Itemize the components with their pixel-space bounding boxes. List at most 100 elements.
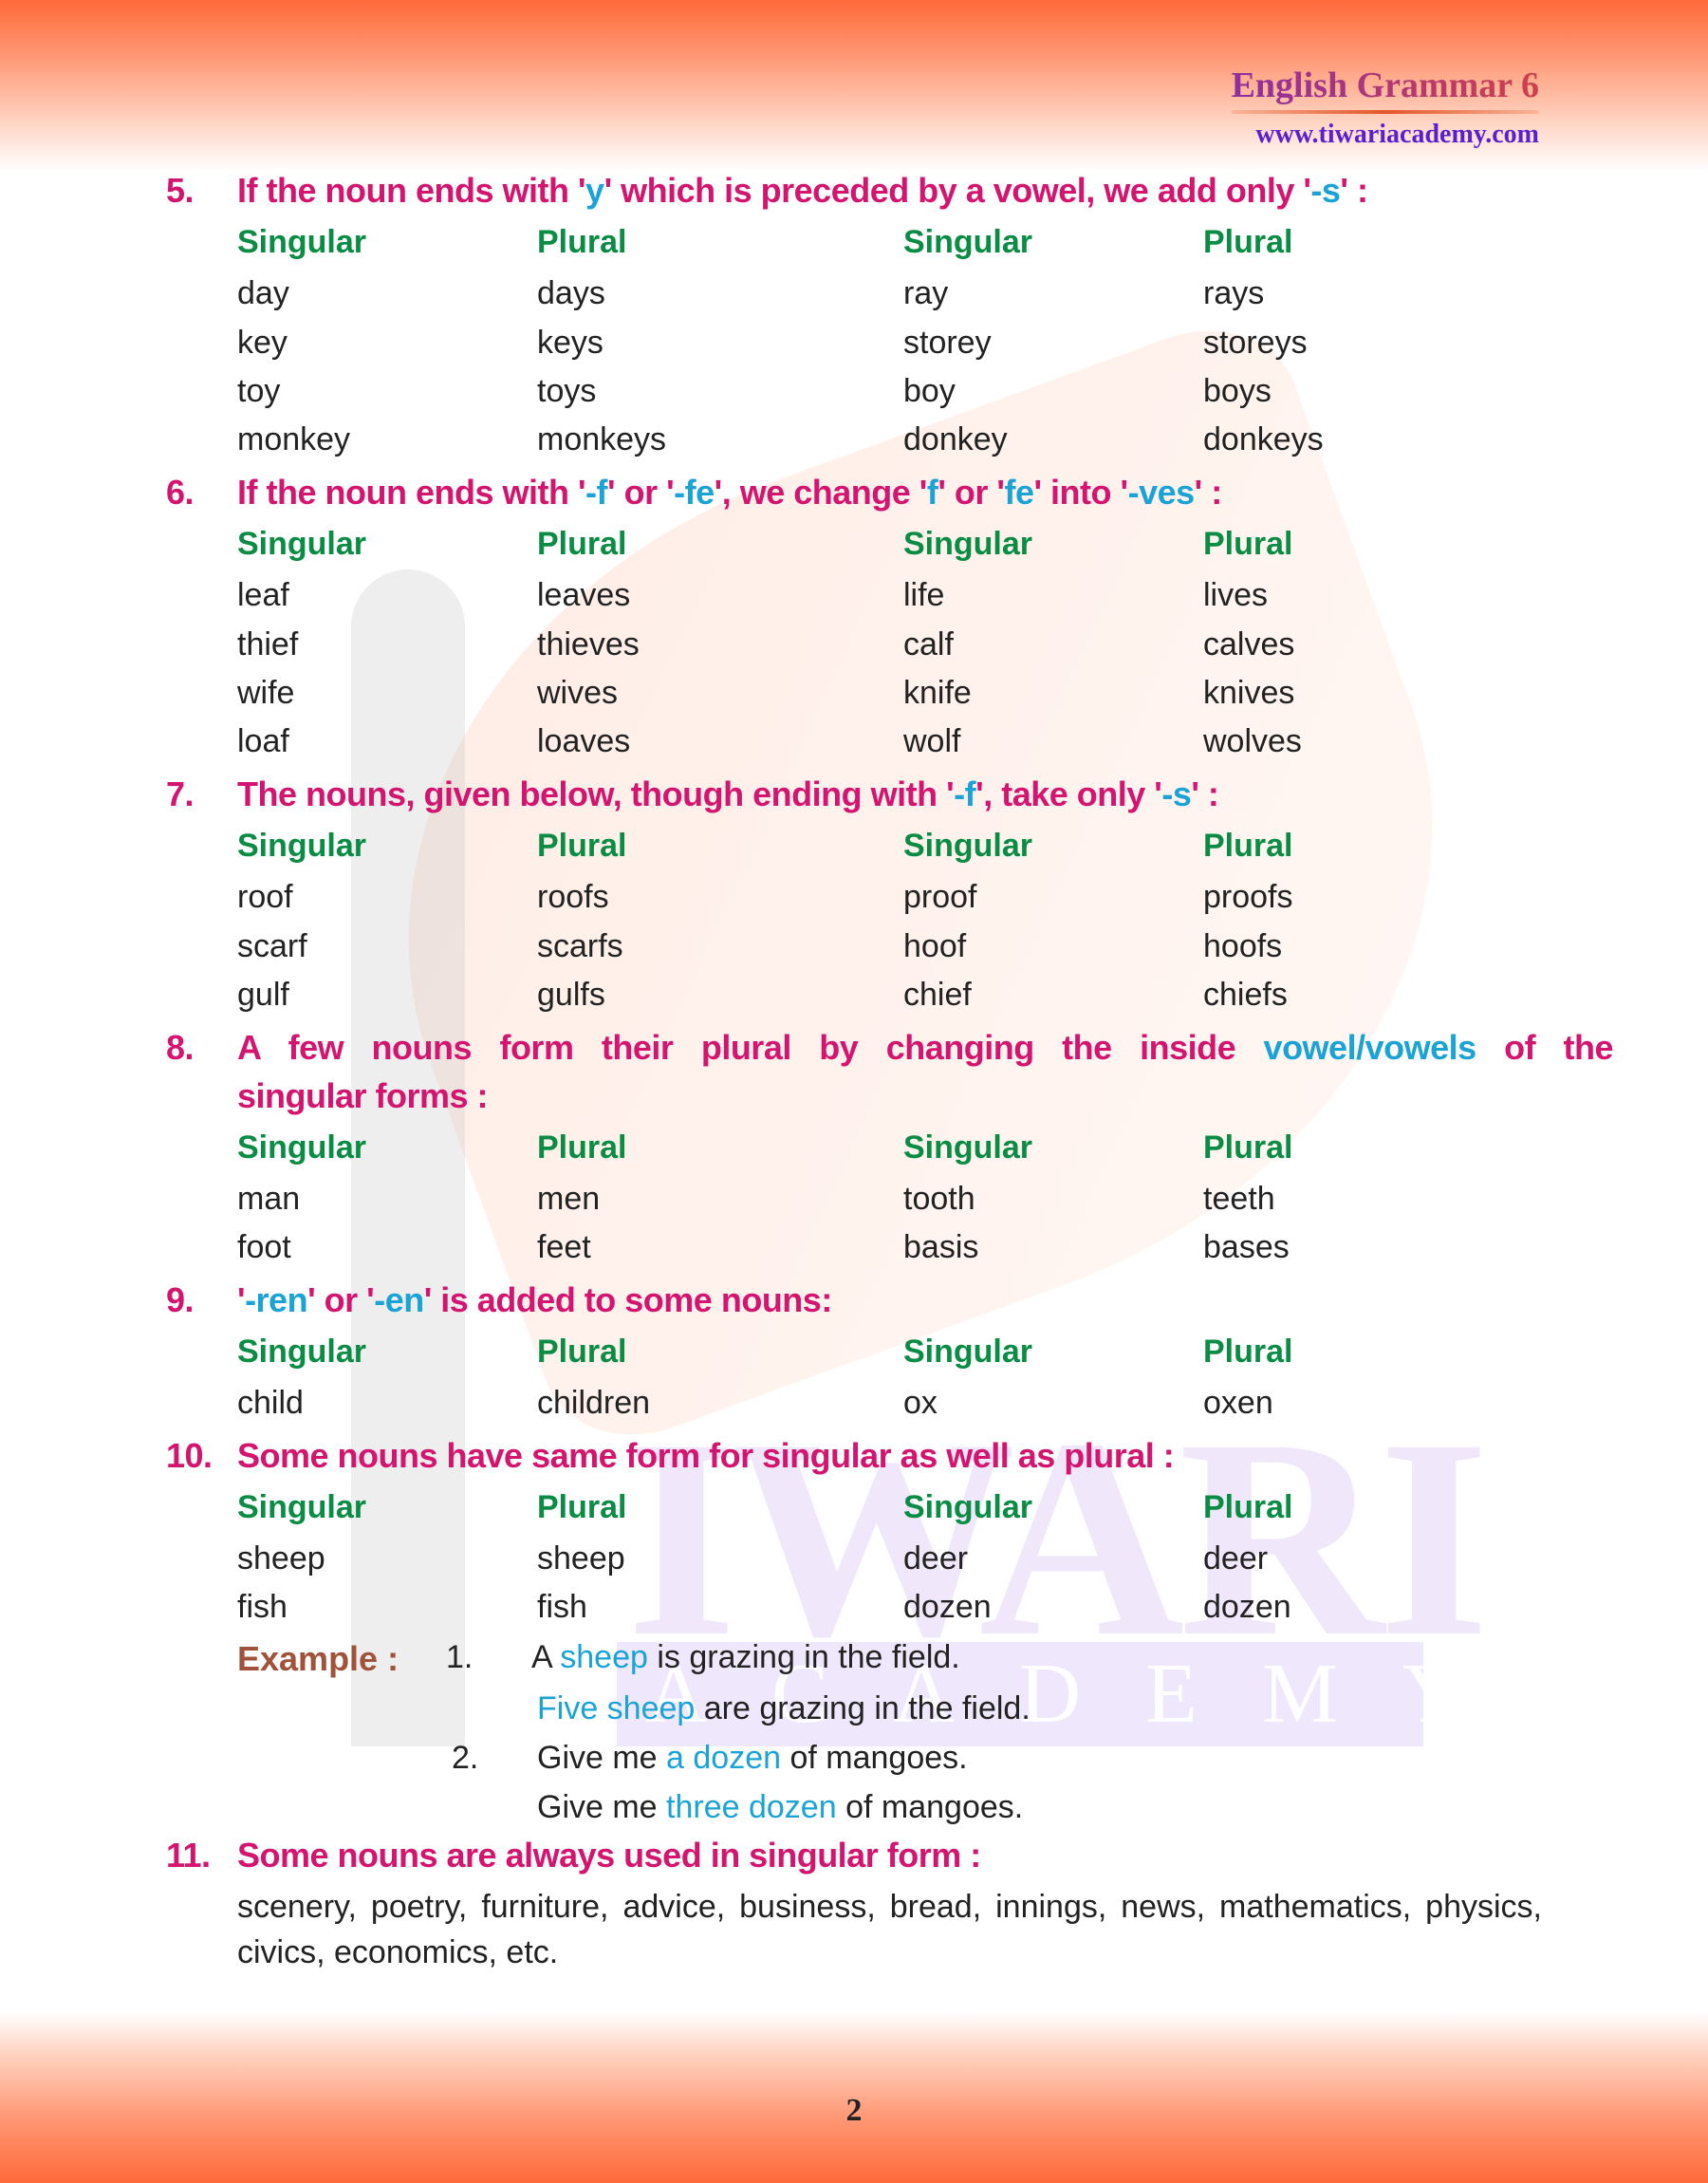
- table-cell: deer: [903, 1540, 969, 1577]
- text-run: ' is added to some nouns:: [423, 1280, 833, 1319]
- section-number: 5.: [166, 171, 195, 210]
- table-cell: calves: [1203, 626, 1295, 662]
- table-cell: gulf: [237, 977, 289, 1013]
- table-cell: feet: [537, 1229, 591, 1265]
- table-cell: bases: [1203, 1229, 1290, 1265]
- text-run: Give me: [537, 1789, 667, 1825]
- noun-list-line: civics, economics, etc.: [237, 1934, 559, 1970]
- column-header-singular: Singular: [237, 224, 367, 260]
- text-run: Some nouns have same form for singular a…: [237, 1436, 1175, 1475]
- book-title: English Grammar 6: [1231, 65, 1539, 105]
- column-header-plural: Plural: [537, 1334, 627, 1370]
- table-cell: days: [537, 275, 605, 311]
- highlighted-term: -s: [1161, 774, 1192, 813]
- table-cell: ox: [903, 1385, 938, 1421]
- section-title: If the noun ends with '-f' or '-fe', we …: [237, 473, 1222, 513]
- highlighted-term: -s: [1310, 171, 1341, 210]
- section-number: 11.: [166, 1836, 211, 1875]
- table-cell: fish: [537, 1589, 587, 1625]
- text-run: ': [237, 1280, 246, 1319]
- text-run: If the noun ends with ': [237, 473, 586, 512]
- table-cell: key: [237, 325, 288, 361]
- table-cell: donkeys: [1203, 421, 1324, 457]
- column-header-singular: Singular: [237, 828, 367, 864]
- text-run: If the noun ends with ': [237, 171, 586, 210]
- example-number: 1.: [446, 1639, 473, 1675]
- table-cell: boy: [903, 373, 956, 409]
- table-cell: lives: [1203, 577, 1269, 613]
- example-number: 2.: [452, 1740, 479, 1776]
- table-cell: proof: [903, 879, 977, 915]
- table-cell: roof: [237, 879, 293, 915]
- highlighted-term: f: [926, 473, 938, 512]
- table-cell: men: [537, 1181, 601, 1217]
- text-run: The nouns, given below, though ending wi…: [237, 774, 955, 813]
- table-cell: dozen: [903, 1589, 992, 1625]
- highlighted-term: y: [585, 171, 604, 210]
- table-cell: wolves: [1203, 723, 1302, 759]
- table-cell: monkeys: [537, 421, 667, 457]
- example-label: Example :: [237, 1639, 399, 1678]
- column-header-plural: Plural: [537, 526, 627, 562]
- section-title: Some nouns have same form for singular a…: [237, 1436, 1175, 1476]
- table-cell: hoof: [903, 928, 967, 964]
- column-header-plural: Plural: [537, 1129, 627, 1166]
- table-cell: proofs: [1203, 879, 1293, 915]
- table-cell: monkey: [237, 421, 351, 457]
- text-run: ', we change ': [714, 473, 928, 512]
- table-cell: dozen: [1203, 1589, 1291, 1625]
- text-run: of mangoes.: [781, 1740, 968, 1776]
- highlighted-term: -ves: [1127, 473, 1196, 512]
- table-cell: fish: [237, 1589, 288, 1625]
- text-run: ' into ': [1033, 473, 1128, 512]
- table-cell: wolf: [903, 723, 961, 759]
- table-cell: leaf: [237, 577, 289, 613]
- table-cell: hoofs: [1203, 928, 1283, 964]
- section-title: If the noun ends with 'y' which is prece…: [237, 171, 1368, 211]
- table-cell: life: [903, 577, 945, 613]
- table-cell: roofs: [537, 879, 609, 915]
- table-cell: sheep: [537, 1540, 625, 1577]
- page-number: 2: [845, 2093, 863, 2128]
- text-run: of the: [1476, 1028, 1613, 1067]
- table-cell: chiefs: [1203, 977, 1288, 1013]
- table-cell: thief: [237, 626, 299, 662]
- table-cell: sheep: [237, 1540, 325, 1577]
- column-header-singular: Singular: [903, 224, 1033, 260]
- table-cell: toy: [237, 373, 281, 409]
- section-title: A few nouns form their plural by changin…: [237, 1028, 1614, 1068]
- column-header-singular: Singular: [903, 1489, 1033, 1525]
- column-header-plural: Plural: [537, 224, 627, 260]
- table-cell: knives: [1203, 675, 1295, 711]
- highlighted-term: -ren: [245, 1280, 308, 1319]
- example-sentence: A sheep is grazing in the field.: [531, 1639, 960, 1676]
- noun-list-line: scenery, poetry, furniture, advice, busi…: [237, 1889, 1542, 1925]
- highlighted-term: a dozen: [666, 1740, 782, 1776]
- table-cell: tooth: [903, 1181, 975, 1217]
- table-cell: calf: [903, 626, 954, 662]
- table-cell: storeys: [1203, 325, 1308, 361]
- column-header-singular: Singular: [237, 1489, 367, 1525]
- column-header-singular: Singular: [903, 828, 1033, 864]
- column-header-plural: Plural: [1203, 526, 1293, 562]
- section-number: 9.: [166, 1280, 195, 1319]
- highlighted-term: -f: [954, 774, 976, 813]
- column-header-singular: Singular: [237, 1129, 367, 1166]
- text-run: A few nouns form their plural by changin…: [237, 1028, 1264, 1067]
- site-url-link[interactable]: www.tiwariacademy.com: [1232, 120, 1539, 150]
- table-cell: teeth: [1203, 1181, 1275, 1217]
- example-sentence: Give me three dozen of mangoes.: [537, 1789, 1023, 1826]
- text-run: A: [531, 1639, 561, 1675]
- table-cell: toys: [537, 373, 597, 409]
- text-run: are grazing in the field.: [695, 1690, 1030, 1726]
- column-header-plural: Plural: [1203, 1334, 1293, 1370]
- table-cell: donkey: [903, 421, 1008, 457]
- header-divider: [1231, 109, 1539, 114]
- column-header-plural: Plural: [1203, 224, 1293, 260]
- table-cell: gulfs: [537, 977, 605, 1013]
- section-title: Some nouns are always used in singular f…: [237, 1836, 981, 1875]
- table-cell: chief: [903, 977, 972, 1013]
- text-run: ' or ': [307, 1280, 375, 1319]
- table-cell: loaf: [237, 723, 289, 759]
- highlighted-term: fe: [1004, 473, 1034, 512]
